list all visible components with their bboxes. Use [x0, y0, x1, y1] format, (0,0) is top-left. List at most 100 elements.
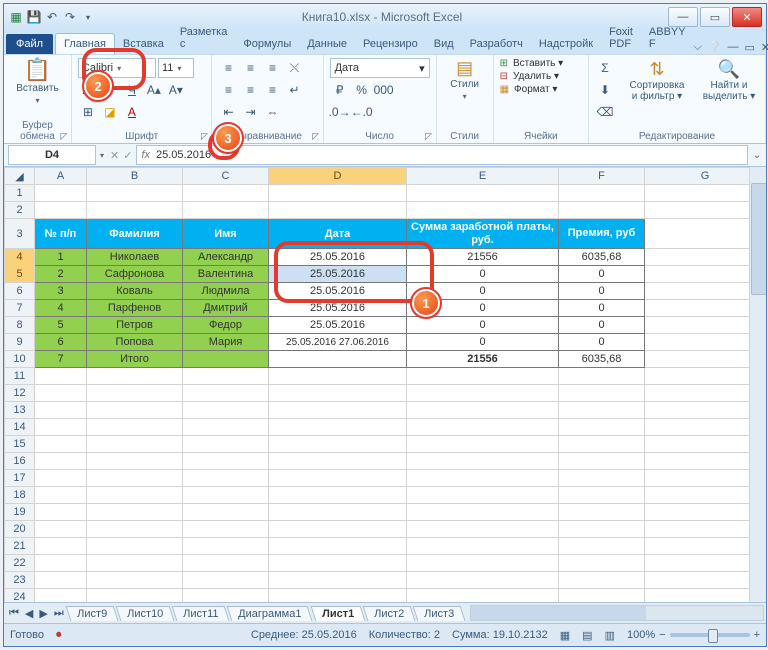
qat-dropdown-icon[interactable]: ▾ — [80, 9, 96, 25]
cell-C6[interactable]: Людмила — [183, 283, 269, 300]
row-6[interactable]: 6 — [5, 283, 35, 300]
cell-A10[interactable]: 7 — [35, 351, 87, 368]
vertical-scrollbar[interactable] — [749, 167, 766, 602]
save-icon[interactable]: 💾 — [26, 9, 42, 25]
tab-data[interactable]: Данные — [299, 34, 355, 54]
cell-D5[interactable]: 25.05.2016 — [269, 266, 407, 283]
sheet-tab[interactable]: Лист10 — [115, 606, 174, 621]
cell-C5[interactable]: Валентина — [183, 266, 269, 283]
view-normal-icon[interactable]: ▦ — [560, 629, 570, 642]
orientation-icon[interactable]: ⤬ — [284, 58, 304, 78]
borders-button[interactable]: ⊞ — [78, 102, 98, 122]
undo-icon[interactable]: ↶ — [44, 9, 60, 25]
tab-view[interactable]: Вид — [426, 34, 462, 54]
horizontal-scrollbar[interactable] — [470, 605, 764, 621]
help-icon[interactable]: ❔ — [708, 41, 722, 54]
cell-A9[interactable]: 6 — [35, 334, 87, 351]
row-22[interactable]: 22 — [5, 555, 35, 572]
cell-F6[interactable]: 0 — [559, 283, 645, 300]
cell-A7[interactable]: 4 — [35, 300, 87, 317]
tab-addins[interactable]: Надстройк — [531, 34, 601, 54]
col-B[interactable]: B — [87, 168, 183, 185]
sheet-tab[interactable]: Лист11 — [171, 606, 229, 621]
clipboard-launcher-icon[interactable]: ◸ — [59, 131, 69, 141]
row-5[interactable]: 5 — [5, 266, 35, 283]
row-13[interactable]: 13 — [5, 402, 35, 419]
clear-icon[interactable]: ⌫ — [595, 102, 615, 122]
doc-restore-icon[interactable]: ▭ — [744, 41, 754, 54]
align-right-icon[interactable]: ≡ — [262, 80, 282, 100]
hdr-name[interactable]: Имя — [183, 219, 269, 249]
cell-B8[interactable]: Петров — [87, 317, 183, 334]
cell-D7[interactable]: 25.05.2016 — [269, 300, 407, 317]
merge-cells-icon[interactable]: ⇔ — [262, 102, 282, 122]
underline-button[interactable]: Ч — [122, 80, 142, 100]
cell-B4[interactable]: Николаев — [87, 249, 183, 266]
col-G[interactable]: G — [645, 168, 766, 185]
namebox-dropdown-icon[interactable]: ▾ — [100, 151, 104, 160]
alignment-launcher-icon[interactable]: ◸ — [311, 131, 321, 141]
cells-format-button[interactable]: Формат ▾ — [514, 84, 557, 95]
zoom-slider[interactable] — [670, 633, 750, 637]
row-11[interactable]: 11 — [5, 368, 35, 385]
worksheet-grid[interactable]: ◢ A B C D E F G 1 2 3 № п/п Фамилия Имя … — [4, 167, 766, 603]
cell-D10[interactable] — [269, 351, 407, 368]
grow-font-icon[interactable]: A▴ — [144, 80, 164, 100]
find-select-button[interactable]: 🔍 Найти и выделить ▾ — [699, 58, 759, 104]
align-middle-icon[interactable]: ≡ — [240, 58, 260, 78]
styles-button[interactable]: ▤ Стили ▾ — [443, 57, 487, 103]
cell-A5[interactable]: 2 — [35, 266, 87, 283]
row-21[interactable]: 21 — [5, 538, 35, 555]
row-19[interactable]: 19 — [5, 504, 35, 521]
row-9[interactable]: 9 — [5, 334, 35, 351]
cells-delete-button[interactable]: Удалить ▾ — [513, 71, 559, 82]
tab-layout[interactable]: Разметка с — [172, 22, 236, 54]
formula-expand-icon[interactable]: ⌄ — [750, 150, 764, 161]
cell-D8[interactable]: 25.05.2016 — [269, 317, 407, 334]
row-23[interactable]: 23 — [5, 572, 35, 589]
row-12[interactable]: 12 — [5, 385, 35, 402]
fx-cancel-icon[interactable]: ✕ — [110, 149, 119, 162]
comma-icon[interactable]: 000 — [374, 80, 394, 100]
number-format-combo[interactable]: Дата▾ — [330, 58, 430, 78]
tab-developer[interactable]: Разработч — [462, 34, 531, 54]
align-center-icon[interactable]: ≡ — [240, 80, 260, 100]
align-top-icon[interactable]: ≡ — [218, 58, 238, 78]
row-14[interactable]: 14 — [5, 419, 35, 436]
row-15[interactable]: 15 — [5, 436, 35, 453]
sheet-tab[interactable]: Лист9 — [65, 606, 118, 621]
percent-icon[interactable]: % — [352, 80, 372, 100]
hscroll-thumb[interactable] — [471, 606, 646, 620]
zoom-control[interactable]: 100% − + — [627, 629, 760, 641]
sheet-tab[interactable]: Лист3 — [412, 606, 465, 621]
col-F[interactable]: F — [559, 168, 645, 185]
tab-home[interactable]: Главная — [55, 33, 115, 54]
col-C[interactable]: C — [183, 168, 269, 185]
increase-decimal-icon[interactable]: .0→ — [330, 102, 350, 122]
hdr-num[interactable]: № п/п — [35, 219, 87, 249]
row-1[interactable]: 1 — [5, 185, 35, 202]
font-launcher-icon[interactable]: ◸ — [199, 131, 209, 141]
cell-E5[interactable]: 0 — [407, 266, 559, 283]
sheet-nav-first-icon[interactable]: ⏮ — [6, 607, 22, 620]
view-pagebreak-icon[interactable]: ▥ — [605, 629, 615, 642]
cell-A8[interactable]: 5 — [35, 317, 87, 334]
cell-A4[interactable]: 1 — [35, 249, 87, 266]
cell-F5[interactable]: 0 — [559, 266, 645, 283]
hdr-fam[interactable]: Фамилия — [87, 219, 183, 249]
cell-D4[interactable]: 25.05.2016 — [269, 249, 407, 266]
sheet-tab[interactable]: Диаграмма1 — [227, 606, 313, 621]
currency-icon[interactable]: ₽ — [330, 80, 350, 100]
tab-file[interactable]: Файл — [6, 34, 53, 54]
tab-formulas[interactable]: Формулы — [235, 34, 299, 54]
doc-minimize-icon[interactable]: — — [727, 41, 738, 54]
maximize-button[interactable]: ▭ — [700, 7, 730, 27]
name-box[interactable]: D4 — [8, 145, 96, 165]
close-button[interactable]: ✕ — [732, 7, 762, 27]
autosum-icon[interactable]: Σ — [595, 58, 615, 78]
row-10[interactable]: 10 — [5, 351, 35, 368]
cell-C10[interactable] — [183, 351, 269, 368]
col-D[interactable]: D — [269, 168, 407, 185]
cell-B5[interactable]: Сафронова — [87, 266, 183, 283]
decrease-decimal-icon[interactable]: ←.0 — [352, 102, 372, 122]
